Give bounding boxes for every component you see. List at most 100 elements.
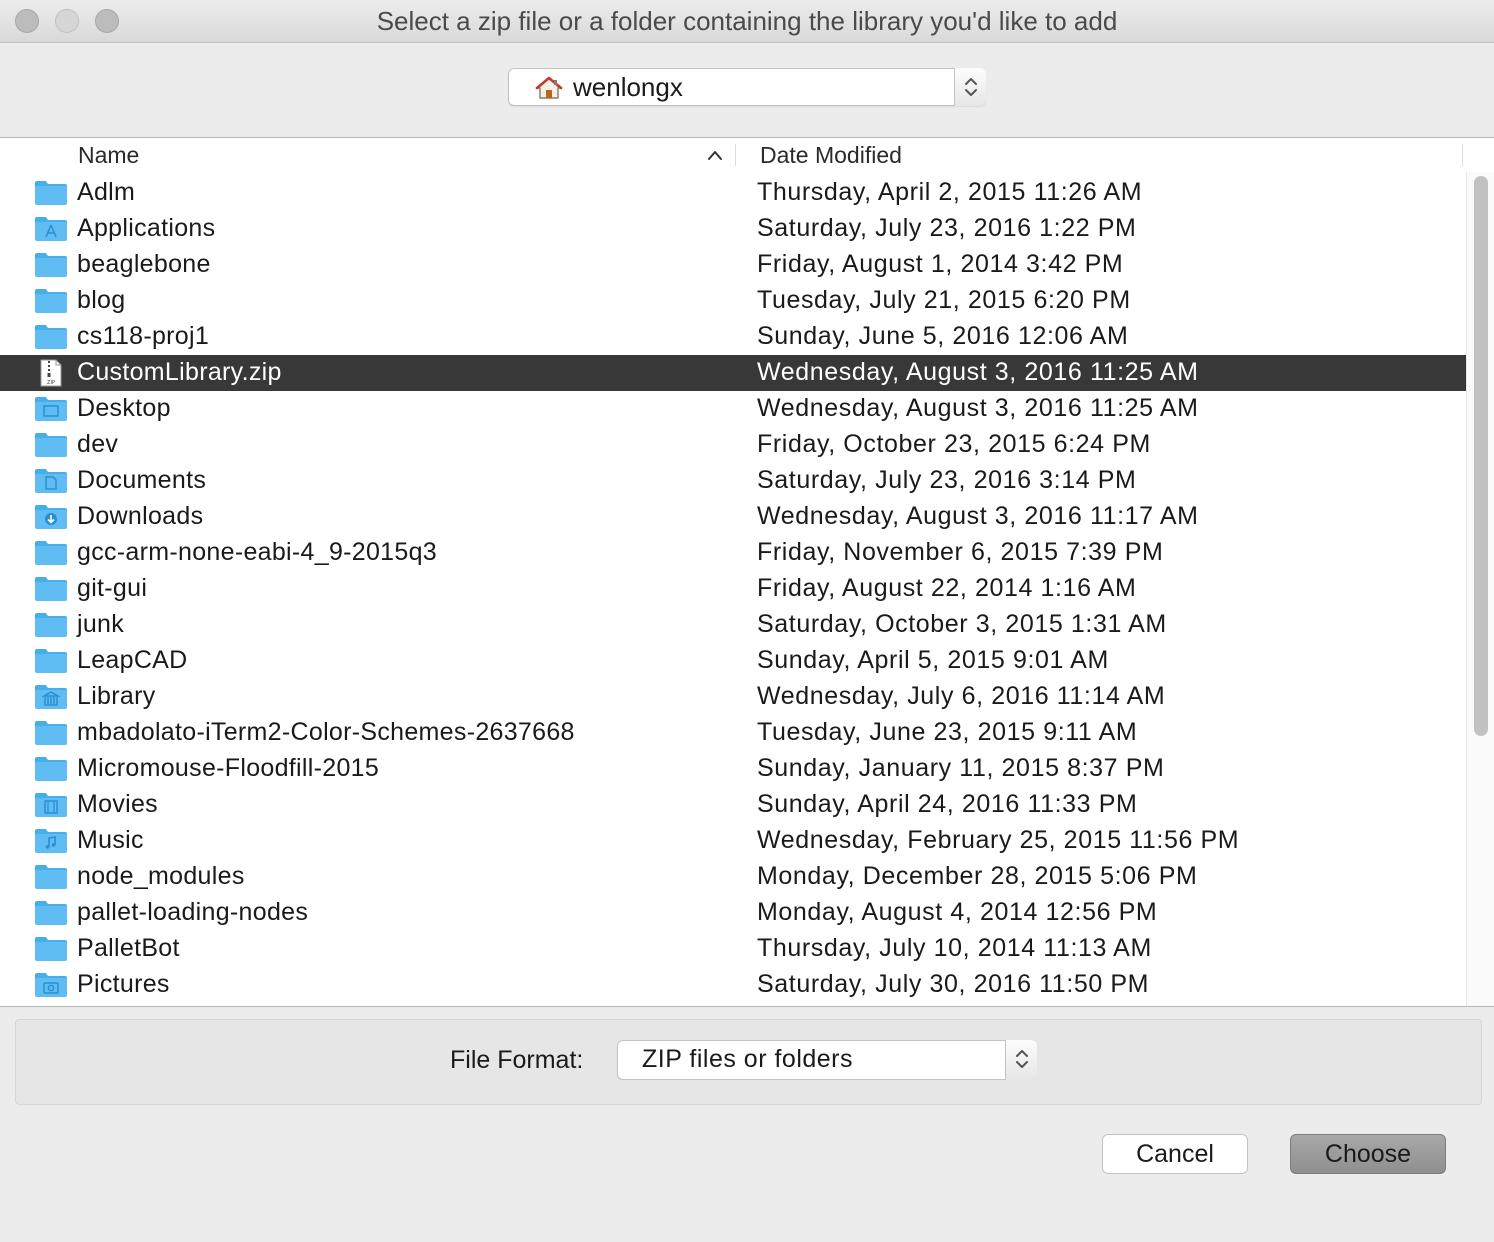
folder-icon [34, 575, 68, 603]
file-format-select[interactable]: ZIP files or folders [617, 1040, 1037, 1080]
file-list: Adlm Thursday, April 2, 2015 11:26 AM Appl… [0, 175, 1466, 1003]
file-row[interactable]: mbadolato-iTerm2-Color-Schemes-2637668 Tu… [0, 715, 1466, 751]
column-divider[interactable] [735, 144, 736, 166]
folder-icon [34, 179, 68, 207]
file-row[interactable]: Pictures Saturday, July 30, 2016 11:50 PM [0, 967, 1466, 1003]
window-title: Select a zip file or a folder containing… [376, 6, 1118, 36]
file-name: Applications [77, 214, 216, 242]
vertical-scrollbar[interactable] [1466, 172, 1494, 1006]
title-bar: Select a zip file or a folder containing… [0, 0, 1494, 43]
file-row[interactable]: junk Saturday, October 3, 2015 1:31 AM [0, 607, 1466, 643]
folder-icon [34, 539, 68, 567]
file-date-modified: Saturday, July 23, 2016 3:14 PM [757, 466, 1137, 494]
file-format-value: ZIP files or folders [642, 1045, 854, 1073]
desktop-folder-icon [34, 395, 68, 423]
file-row[interactable]: Desktop Wednesday, August 3, 2016 11:25 A… [0, 391, 1466, 427]
file-row[interactable]: LeapCAD Sunday, April 5, 2015 9:01 AM [0, 643, 1466, 679]
file-row[interactable]: node_modules Monday, December 28, 2015 5:… [0, 859, 1466, 895]
folder-icon [34, 719, 68, 747]
cancel-button[interactable]: Cancel [1102, 1134, 1248, 1174]
name-column-header[interactable]: Name [78, 142, 139, 169]
file-date-modified: Friday, August 22, 2014 1:16 AM [757, 574, 1137, 602]
file-format-stepper[interactable] [1005, 1040, 1037, 1080]
folder-icon [34, 431, 68, 459]
folder-icon [34, 899, 68, 927]
file-browser: Name Date Modified Adlm Thursday, April 2… [0, 137, 1494, 1007]
home-icon [535, 76, 563, 99]
folder-icon [34, 755, 68, 783]
folder-icon [34, 251, 68, 279]
documents-folder-icon [34, 467, 68, 495]
file-name: blog [77, 286, 126, 314]
file-row[interactable]: Micromouse-Floodfill-2015 Sunday, January… [0, 751, 1466, 787]
file-date-modified: Sunday, April 24, 2016 11:33 PM [757, 790, 1138, 818]
file-row[interactable]: Movies Sunday, April 24, 2016 11:33 PM [0, 787, 1466, 823]
chevron-up-down-icon [965, 78, 977, 96]
sort-ascending-icon[interactable] [707, 149, 723, 161]
file-date-modified: Wednesday, August 3, 2016 11:25 AM [757, 358, 1199, 386]
date-modified-column-header[interactable]: Date Modified [760, 142, 902, 169]
file-row[interactable]: ZIP CustomLibrary.zip Wednesday, August 3,… [0, 355, 1466, 391]
file-name: mbadolato-iTerm2-Color-Schemes-2637668 [77, 718, 575, 746]
chevron-up-down-icon [1016, 1050, 1028, 1068]
file-format-panel: File Format: ZIP files or folders [15, 1019, 1482, 1105]
file-date-modified: Monday, December 28, 2015 5:06 PM [757, 862, 1198, 890]
file-name: beaglebone [77, 250, 211, 278]
file-row[interactable]: gcc-arm-none-eabi-4_9-2015q3 Friday, Nove… [0, 535, 1466, 571]
file-date-modified: Saturday, October 3, 2015 1:31 AM [757, 610, 1167, 638]
file-date-modified: Sunday, January 11, 2015 8:37 PM [757, 754, 1165, 782]
file-name: junk [77, 610, 125, 638]
file-row[interactable]: Documents Saturday, July 23, 2016 3:14 PM [0, 463, 1466, 499]
file-name: pallet-loading-nodes [77, 898, 309, 926]
file-name: Documents [77, 466, 207, 494]
file-date-modified: Saturday, July 30, 2016 11:50 PM [757, 970, 1150, 998]
file-date-modified: Tuesday, June 23, 2015 9:11 AM [757, 718, 1138, 746]
folder-icon [34, 287, 68, 315]
column-divider-end [1462, 144, 1463, 166]
file-date-modified: Thursday, July 10, 2014 11:13 AM [757, 934, 1152, 962]
file-name: Desktop [77, 394, 171, 422]
file-row[interactable]: Library Wednesday, July 6, 2016 11:14 AM [0, 679, 1466, 715]
file-name: Library [77, 682, 156, 710]
file-row[interactable]: dev Friday, October 23, 2015 6:24 PM [0, 427, 1466, 463]
applications-folder-icon [34, 215, 68, 243]
file-row[interactable]: pallet-loading-nodes Monday, August 4, 20… [0, 895, 1466, 931]
file-name: Downloads [77, 502, 204, 530]
file-row[interactable]: cs118-proj1 Sunday, June 5, 2016 12:06 AM [0, 319, 1466, 355]
file-date-modified: Friday, August 1, 2014 3:42 PM [757, 250, 1124, 278]
file-name: LeapCAD [77, 646, 188, 674]
file-name: CustomLibrary.zip [77, 358, 282, 386]
folder-icon [34, 863, 68, 891]
pictures-folder-icon [34, 971, 68, 999]
file-row[interactable]: git-gui Friday, August 22, 2014 1:16 AM [0, 571, 1466, 607]
file-date-modified: Friday, October 23, 2015 6:24 PM [757, 430, 1151, 458]
file-date-modified: Tuesday, July 21, 2015 6:20 PM [757, 286, 1131, 314]
file-date-modified: Sunday, April 5, 2015 9:01 AM [757, 646, 1109, 674]
file-name: cs118-proj1 [77, 322, 210, 350]
file-date-modified: Friday, November 6, 2015 7:39 PM [757, 538, 1164, 566]
file-row[interactable]: PalletBot Thursday, July 10, 2014 11:13 A… [0, 931, 1466, 967]
location-stepper[interactable] [954, 68, 986, 106]
file-row[interactable]: Adlm Thursday, April 2, 2015 11:26 AM [0, 175, 1466, 211]
file-row[interactable]: Music Wednesday, February 25, 2015 11:56 … [0, 823, 1466, 859]
folder-icon [34, 323, 68, 351]
scrollbar-thumb[interactable] [1474, 176, 1488, 736]
file-date-modified: Monday, August 4, 2014 12:56 PM [757, 898, 1158, 926]
downloads-folder-icon [34, 503, 68, 531]
file-row[interactable]: Downloads Wednesday, August 3, 2016 11:17… [0, 499, 1466, 535]
file-date-modified: Thursday, April 2, 2015 11:26 AM [757, 178, 1143, 206]
file-name: Micromouse-Floodfill-2015 [77, 754, 380, 782]
file-name: gcc-arm-none-eabi-4_9-2015q3 [77, 538, 437, 566]
file-name: dev [77, 430, 119, 458]
file-date-modified: Wednesday, August 3, 2016 11:25 AM [757, 394, 1199, 422]
file-row[interactable]: blog Tuesday, July 21, 2015 6:20 PM [0, 283, 1466, 319]
zip-file-icon: ZIP [34, 359, 68, 387]
choose-button[interactable]: Choose [1290, 1134, 1446, 1174]
file-name: Adlm [77, 178, 136, 206]
location-popup[interactable]: wenlongx [508, 68, 986, 106]
file-row[interactable]: beaglebone Friday, August 1, 2014 3:42 PM [0, 247, 1466, 283]
file-date-modified: Wednesday, August 3, 2016 11:17 AM [757, 502, 1199, 530]
file-name: node_modules [77, 862, 245, 890]
file-row[interactable]: Applications Saturday, July 23, 2016 1:22… [0, 211, 1466, 247]
file-format-label: File Format: [450, 1046, 584, 1074]
